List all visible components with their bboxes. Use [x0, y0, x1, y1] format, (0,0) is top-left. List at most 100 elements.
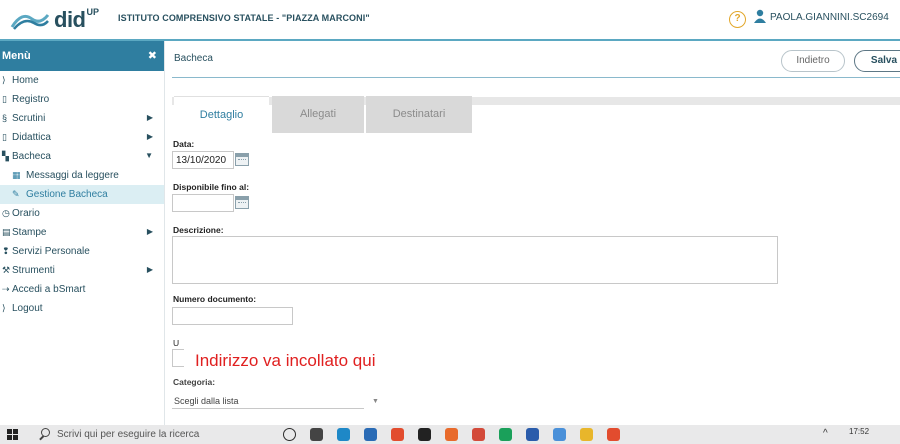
- sidebar-item-label: Strumenti: [12, 265, 55, 276]
- document-number-field[interactable]: [172, 307, 293, 325]
- taskbar-app-icon[interactable]: [472, 428, 485, 441]
- sidebar-item-gestione-bacheca[interactable]: ✎ Gestione Bacheca: [0, 185, 164, 204]
- sidebar-item-bacheca[interactable]: ▚ Bacheca ▼: [0, 147, 164, 166]
- chevron-down-icon[interactable]: ▼: [372, 398, 379, 405]
- date-label: Data:: [173, 139, 195, 149]
- sidebar-item-label: Bacheca: [12, 151, 51, 162]
- category-underline: [172, 408, 364, 409]
- edit-icon: ✎: [12, 189, 20, 199]
- user-icon: [754, 9, 766, 23]
- top-header: did UP ISTITUTO COMPRENSIVO STATALE - "P…: [0, 0, 900, 40]
- taskbar-app-icon[interactable]: [445, 428, 458, 441]
- logo-wave-icon: [10, 14, 50, 30]
- url-field[interactable]: [172, 349, 184, 367]
- sidebar-item-didattica[interactable]: ▯ Didattica ▶: [0, 128, 164, 147]
- date-field[interactable]: 13/10/2020: [172, 151, 234, 169]
- chevron-right-icon: ▶: [146, 227, 153, 236]
- chevron-right-icon: ▶: [146, 113, 153, 122]
- taskbar-app-icon[interactable]: [391, 428, 404, 441]
- taskbar-app-icon[interactable]: [283, 428, 296, 441]
- chevron-right-icon: ▶: [146, 132, 153, 141]
- main-content: Bacheca Indietro Salva Dettaglio Allegat…: [166, 41, 900, 425]
- taskbar-app-icon[interactable]: [580, 428, 593, 441]
- taskbar-app-icon[interactable]: [310, 428, 323, 441]
- tools-icon: ⚒: [2, 265, 11, 275]
- annotation-note: Indirizzo va incollato qui: [195, 351, 376, 370]
- sidebar-item-messaggi-da-leggere[interactable]: ▦ Messaggi da leggere: [0, 166, 164, 185]
- sidebar-item-label: Stampe: [12, 227, 47, 238]
- description-label: Descrizione:: [173, 225, 224, 235]
- user-name[interactable]: PAOLA.GIANNINI.SC2694: [770, 12, 889, 23]
- board-icon: ▚: [2, 151, 9, 161]
- logo-superscript: UP: [86, 7, 100, 17]
- taskbar-clock[interactable]: 17:52: [849, 427, 869, 436]
- url-label: U: [173, 338, 180, 348]
- chevron-up-icon[interactable]: ^: [823, 428, 828, 439]
- clock-icon: ◷: [2, 208, 10, 218]
- taskbar-search[interactable]: Scrivi qui per eseguire la ricerca: [35, 425, 255, 444]
- sidebar-item-scrutini[interactable]: § Scrutini ▶: [0, 109, 164, 128]
- table-icon: ▦: [12, 170, 21, 180]
- taskbar-app-icon[interactable]: [499, 428, 512, 441]
- taskbar-app-icon[interactable]: [364, 428, 377, 441]
- description-field[interactable]: [172, 236, 778, 284]
- tab-destinatari[interactable]: Destinatari: [366, 96, 472, 133]
- taskbar-app-icon[interactable]: [337, 428, 350, 441]
- sidebar-item-strumenti[interactable]: ⚒ Strumenti ▶: [0, 261, 164, 280]
- book-icon: ▯: [2, 94, 7, 104]
- print-icon: ▤: [2, 227, 11, 237]
- sidebar-item-label: Accedi a bSmart: [12, 284, 86, 295]
- sidebar-item-label: Messaggi da leggere: [26, 170, 119, 181]
- available-until-field[interactable]: [172, 194, 234, 212]
- sidebar-item-label: Didattica: [12, 132, 51, 143]
- home-icon: ⟩: [2, 75, 6, 85]
- back-button[interactable]: Indietro: [781, 50, 845, 72]
- chevron-right-icon: ▶: [146, 265, 153, 274]
- sidebar-item-label: Home: [12, 75, 39, 86]
- sidebar-item-label: Scrutini: [12, 113, 46, 124]
- taskbar-app-icon[interactable]: [553, 428, 566, 441]
- sidebar-item-label: Orario: [12, 208, 40, 219]
- sidebar-item-stampe[interactable]: ▤Stampe ▶: [0, 223, 164, 242]
- category-select[interactable]: Scegli dalla lista: [174, 396, 239, 406]
- sidebar-header: Menù ✖: [0, 41, 164, 71]
- school-name: ISTITUTO COMPRENSIVO STATALE - "PIAZZA M…: [118, 13, 370, 23]
- sidebar-item-accedi-bsmart[interactable]: ⇢ Accedi a bSmart: [0, 280, 164, 299]
- save-button[interactable]: Salva: [854, 50, 900, 72]
- close-icon[interactable]: ✖: [148, 49, 157, 62]
- app-window: did UP ISTITUTO COMPRENSIVO STATALE - "P…: [0, 0, 900, 444]
- tab-allegati[interactable]: Allegati: [272, 96, 364, 133]
- didup-logo[interactable]: did UP: [10, 6, 99, 34]
- sidebar-item-servizi-personale[interactable]: ❢ Servizi Personale: [0, 242, 164, 261]
- taskbar-app-icon[interactable]: [418, 428, 431, 441]
- breadcrumb: Bacheca: [174, 53, 213, 64]
- taskbar-app-icon[interactable]: [607, 428, 620, 441]
- sidebar-item-logout[interactable]: ⟩ Logout: [0, 299, 164, 318]
- windows-taskbar: Scrivi qui per eseguire la ricerca ^ 17:…: [0, 425, 900, 444]
- sidebar-item-home[interactable]: ⟩ Home: [0, 71, 164, 90]
- sidebar-item-registro[interactable]: ▯ Registro: [0, 90, 164, 109]
- available-until-label: Disponibile fino al:: [173, 182, 250, 192]
- document-number-label: Numero documento:: [173, 294, 257, 304]
- taskbar-app-icon[interactable]: [526, 428, 539, 441]
- calendar-icon[interactable]: [235, 153, 249, 166]
- logo-text: did: [54, 7, 86, 32]
- help-icon[interactable]: ?: [729, 11, 746, 28]
- logout-icon: ⟩: [2, 303, 6, 313]
- tab-dettaglio[interactable]: Dettaglio: [174, 96, 269, 133]
- ribbon-icon: §: [2, 113, 8, 123]
- category-label: Categoria:: [173, 377, 216, 387]
- search-icon: [41, 428, 50, 437]
- windows-start-icon[interactable]: [7, 429, 18, 440]
- taskbar-search-placeholder: Scrivi qui per eseguire la ricerca: [57, 429, 200, 440]
- chevron-down-icon: ▼: [145, 151, 153, 160]
- sidebar-item-orario[interactable]: ◷ Orario: [0, 204, 164, 223]
- sidebar-item-label: Gestione Bacheca: [26, 189, 108, 200]
- sidebar-title: Menù: [2, 50, 31, 62]
- calendar-icon[interactable]: [235, 196, 249, 209]
- sidebar-item-label: Logout: [12, 303, 43, 314]
- sidebar-item-label: Servizi Personale: [12, 246, 90, 257]
- sidebar-item-label: Registro: [12, 94, 50, 105]
- link-icon: ⇢: [2, 284, 10, 294]
- sidebar-menu: Menù ✖ ⟩ Home ▯ Registro § Scrutini ▶ ▯ Didat…: [0, 41, 165, 425]
